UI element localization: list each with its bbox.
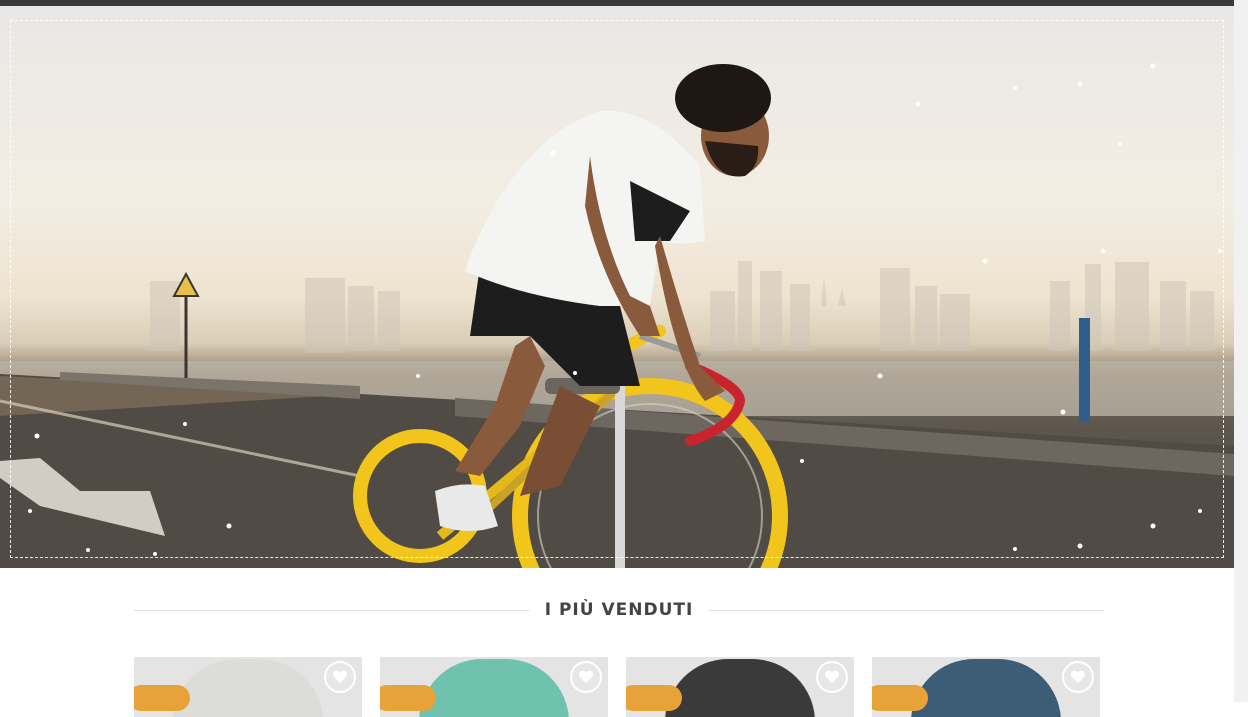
helmet-image	[665, 659, 815, 717]
helmet-image	[173, 659, 323, 717]
heart-icon	[332, 670, 348, 683]
product-card[interactable]	[380, 657, 608, 717]
product-grid	[134, 657, 1100, 717]
product-badge	[134, 685, 190, 711]
heart-icon	[1070, 670, 1086, 683]
hero-banner[interactable]	[0, 6, 1234, 568]
product-card[interactable]	[134, 657, 362, 717]
product-badge	[626, 685, 682, 711]
divider-right	[709, 609, 1104, 611]
product-badge	[380, 685, 436, 711]
helmet-image	[419, 659, 569, 717]
scrollbar-track[interactable]	[1234, 0, 1248, 702]
product-card[interactable]	[872, 657, 1100, 717]
wishlist-button[interactable]	[816, 661, 848, 693]
section-heading: I PIÙ VENDUTI	[134, 598, 1104, 622]
wishlist-button[interactable]	[324, 661, 356, 693]
heart-icon	[824, 670, 840, 683]
helmet-image	[911, 659, 1061, 717]
section-title: I PIÙ VENDUTI	[544, 600, 694, 620]
wishlist-button[interactable]	[570, 661, 602, 693]
divider-left	[134, 609, 529, 611]
product-card[interactable]	[626, 657, 854, 717]
hero-image	[0, 63, 1234, 568]
product-badge	[872, 685, 928, 711]
wishlist-button[interactable]	[1062, 661, 1094, 693]
heart-icon	[578, 670, 594, 683]
